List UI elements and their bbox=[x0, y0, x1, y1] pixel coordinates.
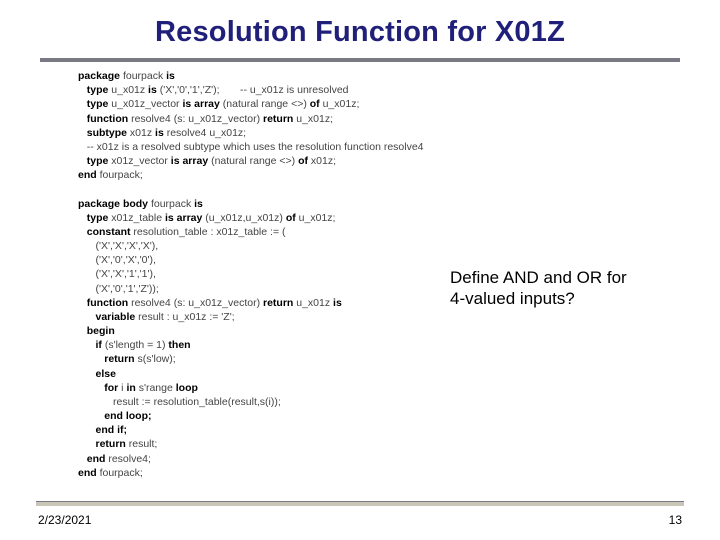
annotation-text: Define AND and OR for 4-valued inputs? bbox=[450, 267, 680, 310]
footer-divider bbox=[36, 501, 684, 506]
slide: Resolution Function for X01Z package fou… bbox=[0, 0, 720, 540]
title-divider bbox=[40, 58, 680, 62]
footer-page-number: 13 bbox=[669, 513, 682, 527]
annotation-line-1: Define AND and OR for bbox=[450, 268, 627, 287]
footer-date: 2/23/2021 bbox=[38, 513, 91, 527]
slide-title: Resolution Function for X01Z bbox=[0, 16, 720, 49]
annotation-line-2: 4-valued inputs? bbox=[450, 289, 575, 308]
